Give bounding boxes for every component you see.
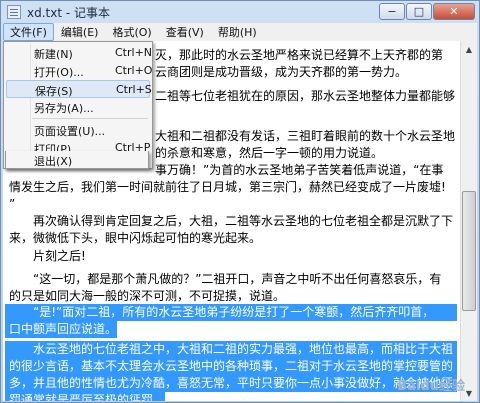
selected-text-line: 罚通常就是严厉至极的惩罚。 — [5, 392, 166, 401]
text-line: 情发生之后，我们第一时间就前往了日月城，第三宗门，赫然已经变成了一片废墟! — [9, 180, 446, 194]
menu-item-save[interactable]: 保存(S) Ctrl+S — [6, 80, 152, 98]
text-line: 二祖等七位老祖犹在的原因，那水云圣地整体力量都能够 — [155, 89, 456, 103]
menu-file[interactable]: 文件(F) — [3, 23, 54, 41]
text-line: 事万确！”为首的水云圣地弟子苦笑着低声说道，“在事 — [155, 163, 444, 177]
text-line: 大祖和二祖都没有发话，三祖盯着眼前的数十个水云圣地 — [155, 129, 456, 143]
vertical-scrollbar[interactable]: ▲ ▼ — [460, 41, 477, 401]
menu-item-save-as[interactable]: 另存为(A)... — [6, 98, 150, 116]
scroll-up-arrow-icon[interactable]: ▲ — [461, 41, 477, 57]
text-line: 灭，那此时的水云圣地严格来说已经算不上天齐郡的第 — [155, 48, 444, 62]
notepad-icon — [7, 5, 21, 19]
menu-item-page-setup[interactable]: 页面设置(U)... — [6, 121, 150, 139]
text-line: 的只是如同大海一般的深不可测，不可捉摸，说道。 — [9, 289, 286, 303]
menu-item-exit[interactable]: 退出(X) — [5, 151, 149, 169]
selected-text-line: 口中颤声回应说道。 — [5, 321, 118, 338]
menu-view[interactable]: 查看(V) — [159, 23, 211, 41]
watermark: Baidu经验 — [397, 379, 465, 394]
selected-text-line: “是!”面对二祖，所有的水云圣地弟子纷纷是打了一个寒颤，然后齐齐叩首， — [5, 304, 457, 321]
text-line: ” — [9, 197, 16, 211]
text-line: 来，微微低下头，眼中闪烁起可怕的寒光起来。 — [9, 231, 262, 245]
menu-help[interactable]: 帮助(H) — [211, 23, 264, 41]
minimize-button[interactable]: − — [379, 3, 405, 20]
menu-bar: 文件(F) 编辑(E) 格式(O) 查看(V) 帮助(H) — [3, 23, 477, 41]
menu-format[interactable]: 格式(O) — [105, 23, 158, 41]
window-controls: − □ ✕ — [378, 3, 475, 20]
menu-item-open[interactable]: 打开(O)... Ctrl+O — [6, 62, 152, 80]
selected-text-line: 的很少言语，基本不太理会水云圣地中的各种琐事，二祖对于水云圣地的掌控要管的 — [5, 358, 457, 375]
selected-text-line: 多，并且他的性情也尤为冷酷，喜怒无常，平时只要你一点小事没做好，就会被他惩 — [5, 375, 457, 392]
window-title: xd.txt - 记事本 — [27, 5, 111, 20]
selected-text-line: 水云圣地的七位老祖之中，大祖和二祖的实力最强，地位也最高，而相比于大祖 — [5, 341, 457, 358]
title-bar[interactable]: xd.txt - 记事本 − □ ✕ — [1, 1, 479, 23]
menu-separator — [32, 118, 148, 119]
text-line: 再次确认得到肯定回复之后，大祖，二祖等水云圣地的七位老祖全都是沉默了下 — [33, 214, 454, 228]
scroll-thumb[interactable] — [462, 191, 476, 311]
menu-edit[interactable]: 编辑(E) — [54, 23, 106, 41]
notepad-window: xd.txt - 记事本 − □ ✕ 文件(F) 编辑(E) 格式(O) 查看(… — [0, 0, 480, 403]
text-line: 片刻之后! — [33, 249, 86, 263]
close-button[interactable]: ✕ — [433, 3, 475, 20]
text-line: 的杀意和寒意，然后一字一顿的用力说道。 — [155, 146, 384, 160]
text-line: 云商团则是成功晋级，成为天齐郡的第一势力。 — [155, 65, 408, 79]
file-menu-dropdown: 新建(N) Ctrl+N 打开(O)... Ctrl+O 保存(S) Ctrl+… — [3, 41, 153, 169]
text-line: “这一切，都是那个萧凡做的？”二祖开口，声音之中听不出任何喜怒哀乐，有 — [33, 272, 442, 286]
menu-item-new[interactable]: 新建(N) Ctrl+N — [6, 44, 152, 62]
maximize-button[interactable]: □ — [406, 3, 432, 20]
